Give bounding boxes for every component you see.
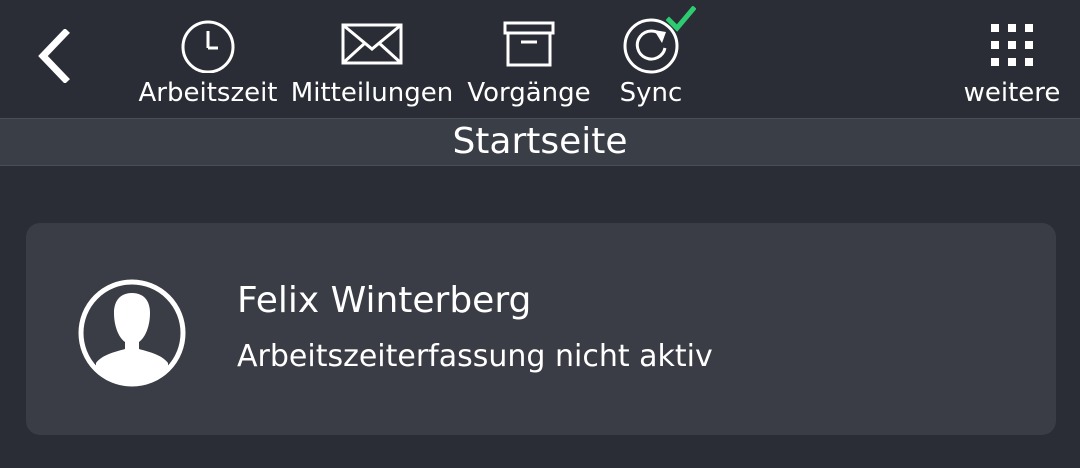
user-avatar-icon bbox=[78, 279, 186, 387]
page-title-bar: Startseite bbox=[0, 118, 1080, 166]
user-name: Felix Winterberg bbox=[237, 280, 532, 321]
back-button[interactable] bbox=[24, 24, 84, 88]
user-status: Arbeitszeiterfassung nicht aktiv bbox=[237, 339, 713, 374]
toolbar-item-arbeitszeit[interactable]: Arbeitszeit bbox=[138, 14, 278, 114]
page-title: Startseite bbox=[452, 121, 628, 162]
toolbar-item-sync[interactable]: Sync bbox=[614, 6, 696, 114]
user-card[interactable]: Felix Winterberg Arbeitszeiterfassung ni… bbox=[26, 223, 1056, 435]
top-toolbar: Arbeitszeit Mitteilungen Vorgänge Sync w… bbox=[0, 0, 1080, 118]
toolbar-item-label: Mitteilungen bbox=[290, 78, 454, 108]
toolbar-item-label: Vorgänge bbox=[467, 78, 591, 108]
toolbar-item-label: Arbeitszeit bbox=[138, 78, 278, 108]
clock-icon bbox=[181, 20, 235, 73]
grid-dots-icon bbox=[991, 24, 1033, 66]
archive-box-icon bbox=[503, 21, 555, 67]
toolbar-item-label: Sync bbox=[619, 78, 683, 108]
toolbar-item-vorgaenge[interactable]: Vorgänge bbox=[467, 14, 591, 114]
chevron-left-icon bbox=[38, 29, 70, 83]
toolbar-item-weitere[interactable]: weitere bbox=[962, 14, 1062, 114]
checkmark-icon bbox=[666, 6, 696, 32]
envelope-icon bbox=[341, 23, 403, 65]
toolbar-item-label: weitere bbox=[963, 78, 1061, 108]
toolbar-item-mitteilungen[interactable]: Mitteilungen bbox=[290, 14, 454, 114]
